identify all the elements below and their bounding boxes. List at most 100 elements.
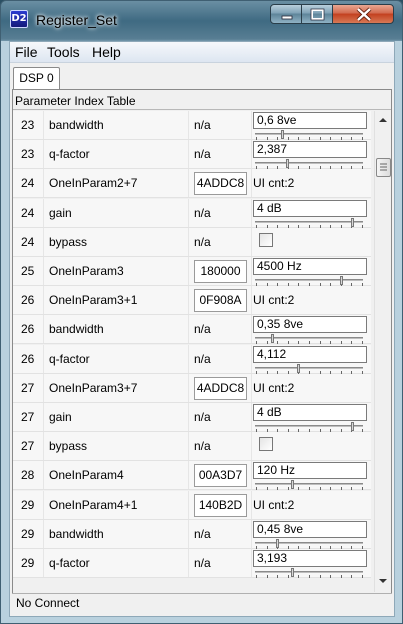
- ui-count-label: UI cnt:2: [253, 498, 295, 512]
- ui-count-label: UI cnt:2: [253, 381, 295, 395]
- slider-tick: [330, 341, 332, 344]
- window-title: Register_Set: [36, 12, 117, 28]
- column-separator: [43, 374, 44, 402]
- menu-file[interactable]: File: [15, 44, 38, 60]
- slider-thumb[interactable]: [296, 364, 300, 373]
- slider-tick: [319, 341, 321, 344]
- param-hex-field[interactable]: 180000: [194, 260, 247, 283]
- param-name: bypass: [49, 235, 88, 249]
- param-text-field[interactable]: 0,6 8ve: [253, 112, 367, 129]
- slider-thumb[interactable]: [286, 159, 290, 168]
- slider-thumb[interactable]: [291, 568, 295, 577]
- param-text-field[interactable]: 2,387: [253, 141, 367, 158]
- table-row: 27 gain n/a 4 dB: [13, 403, 371, 432]
- column-separator: [251, 315, 252, 343]
- close-button[interactable]: [332, 4, 394, 24]
- slider-track: [255, 483, 363, 485]
- param-hex-field[interactable]: 140B2D: [194, 494, 247, 517]
- slider-thumb[interactable]: [275, 539, 279, 548]
- column-separator: [251, 461, 252, 489]
- slider-thumb[interactable]: [350, 422, 354, 431]
- ui-count-label: UI cnt:2: [253, 293, 295, 307]
- table-row: 23 q-factor n/a 2,387: [13, 140, 371, 169]
- param-name: bandwidth: [49, 322, 104, 336]
- param-text-field[interactable]: 3,193: [253, 550, 367, 567]
- slider-tick: [340, 487, 342, 490]
- param-slider[interactable]: [255, 159, 365, 169]
- bypass-checkbox[interactable]: [259, 437, 273, 451]
- param-slider[interactable]: [255, 422, 365, 432]
- maximize-button[interactable]: [301, 4, 333, 24]
- column-separator: [43, 228, 44, 256]
- title-bar[interactable]: D2 Register_Set: [1, 1, 402, 39]
- param-index: 24: [21, 176, 35, 190]
- param-text-field[interactable]: 4 dB: [253, 404, 367, 421]
- slider-tick: [298, 341, 300, 344]
- table-row: 24 OneInParam2+7 4ADDC8 UI cnt:2: [13, 169, 371, 198]
- param-index: 28: [21, 468, 35, 482]
- slider-thumb[interactable]: [350, 218, 354, 227]
- param-slider[interactable]: [255, 480, 365, 490]
- table-row: 26 q-factor n/a 4,112: [13, 345, 371, 374]
- column-separator: [188, 549, 189, 577]
- table-row: 29 OneInParam4+1 140B2D UI cnt:2: [13, 491, 371, 520]
- column-separator: [188, 403, 189, 431]
- param-hex-field[interactable]: 4ADDC8: [194, 377, 247, 400]
- param-slider[interactable]: [255, 334, 365, 344]
- scroll-down-icon[interactable]: [377, 576, 389, 586]
- param-hex-field[interactable]: 00A3D7: [194, 464, 247, 487]
- vertical-scrollbar[interactable]: [374, 111, 391, 592]
- param-hex-field[interactable]: 0F908A: [194, 289, 247, 312]
- scrollbar-thumb[interactable]: [376, 158, 391, 177]
- column-separator: [251, 169, 252, 197]
- param-index: 27: [21, 439, 35, 453]
- slider-tick: [287, 575, 289, 578]
- param-index: 29: [21, 556, 35, 570]
- param-text-field[interactable]: 0,35 8ve: [253, 316, 367, 333]
- param-name: OneInParam4: [49, 468, 124, 482]
- bypass-checkbox[interactable]: [259, 233, 273, 247]
- param-value: n/a: [194, 556, 211, 570]
- slider-tick: [309, 575, 310, 578]
- param-text-field[interactable]: 4,112: [253, 346, 367, 363]
- param-index: 29: [21, 498, 35, 512]
- param-text-field[interactable]: 4 dB: [253, 200, 367, 217]
- menu-tools[interactable]: Tools: [47, 44, 80, 60]
- grip-icon: [380, 163, 387, 171]
- param-slider[interactable]: [255, 130, 365, 140]
- column-separator: [188, 140, 189, 168]
- column-separator: [43, 345, 44, 373]
- param-name: bandwidth: [49, 527, 104, 541]
- client-area: File Tools Help DSP 0 Parameter Index Ta…: [9, 41, 395, 617]
- param-index: 26: [21, 322, 35, 336]
- param-slider[interactable]: [255, 568, 365, 578]
- param-text-field[interactable]: 0,45 8ve: [253, 521, 367, 538]
- param-value: n/a: [194, 235, 211, 249]
- minimize-button[interactable]: [270, 4, 302, 24]
- parameter-table: 23 bandwidth n/a 0,6 8ve 23 q-factor n/a 2,387 2…: [13, 111, 373, 592]
- param-slider[interactable]: [255, 539, 365, 549]
- tab-dsp-0[interactable]: DSP 0: [13, 67, 60, 89]
- table-row: 24 gain n/a 4 dB: [13, 199, 371, 228]
- param-hex-field[interactable]: 4ADDC8: [194, 172, 247, 195]
- column-separator: [251, 432, 252, 460]
- param-index: 23: [21, 147, 35, 161]
- slider-thumb[interactable]: [340, 276, 344, 285]
- slider-thumb[interactable]: [291, 480, 295, 489]
- table-row: 29 bandwidth n/a 0,45 8ve: [13, 520, 371, 549]
- slider-thumb[interactable]: [270, 334, 274, 343]
- column-separator: [188, 374, 189, 402]
- slider-thumb[interactable]: [281, 130, 284, 139]
- menu-help[interactable]: Help: [92, 44, 121, 60]
- param-slider[interactable]: [255, 276, 365, 286]
- param-text-field[interactable]: 120 Hz: [253, 462, 367, 479]
- column-separator: [251, 549, 252, 577]
- param-slider[interactable]: [255, 218, 365, 228]
- app-icon[interactable]: D2: [10, 10, 28, 28]
- slider-tick: [362, 575, 363, 578]
- param-text-field[interactable]: 4500 Hz: [253, 258, 367, 275]
- scroll-up-icon[interactable]: [377, 115, 389, 125]
- param-slider[interactable]: [255, 364, 365, 374]
- param-index: 25: [21, 264, 35, 278]
- param-index: 26: [21, 293, 35, 307]
